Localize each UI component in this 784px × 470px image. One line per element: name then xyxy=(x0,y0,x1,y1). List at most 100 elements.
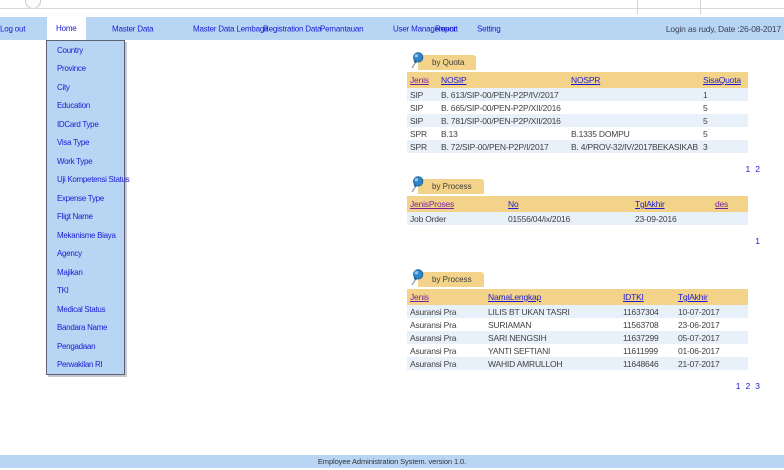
menu-item-city[interactable]: City xyxy=(47,78,124,97)
table-cell: Asuransi Pra xyxy=(407,320,485,330)
table-cell: 05-07-2017 xyxy=(675,333,748,343)
column-header-namalengkap[interactable]: NamaLengkap xyxy=(485,292,620,302)
pushpin-icon xyxy=(409,176,424,193)
table-cell: 11637304 xyxy=(620,307,675,317)
menu-item-visa-type[interactable]: Visa Type xyxy=(47,134,124,153)
table-cell: 01556/04/ix/2016 xyxy=(505,214,632,224)
page-link-3[interactable]: 3 xyxy=(755,381,760,391)
table-cell: 23-09-2016 xyxy=(632,214,712,224)
menu-item-work-type[interactable]: Work Type xyxy=(47,152,124,171)
menu-item-bandara-name[interactable]: Bandara Name xyxy=(47,319,124,338)
menu-item-agency[interactable]: Agency xyxy=(47,245,124,264)
table-cell: 11611999 xyxy=(620,346,675,356)
table-cell: SURIAMAN xyxy=(485,320,620,330)
column-header-sisaquota[interactable]: SisaQuota xyxy=(700,75,748,85)
table-cell: 5 xyxy=(700,116,748,126)
table-cell: 10-07-2017 xyxy=(675,307,748,317)
table-cell: SARI NENGSIH xyxy=(485,333,620,343)
table-row: Asuransi PraSURIAMAN1156370823-06-2017 xyxy=(407,318,748,331)
table-row: SPRB.13B.1335 DOMPU5 xyxy=(407,127,748,140)
table-cell: B. 665/SIP-00/PEN-P2P/XII/2016 xyxy=(438,103,568,113)
grid-header-row: JenisNamaLengkapIDTKITglAkhir xyxy=(407,289,748,305)
menu-item-uji-kompetensi-status[interactable]: Uji Kompetensi Status xyxy=(47,171,124,190)
column-header-jenis[interactable]: Jenis xyxy=(407,292,485,302)
table-row: SIPB. 781/SIP-00/PEN-P2P/XII/20165 xyxy=(407,114,748,127)
page-link-1[interactable]: 1 xyxy=(736,381,741,391)
pushpin-icon xyxy=(409,52,424,69)
table-cell: Asuransi Pra xyxy=(407,359,485,369)
table-cell: Asuransi Pra xyxy=(407,333,485,343)
menu-item-pengadaan[interactable]: Pengadaan xyxy=(47,337,124,356)
column-header-jenisproses[interactable]: JenisProses xyxy=(407,199,505,209)
panel-1-by-quota: by Quota JenisNOSIPNOSPRSisaQuota SIPB. 61… xyxy=(407,52,760,177)
table-row: Job Order01556/04/ix/201623-09-2016 xyxy=(407,212,748,225)
menu-item-tki[interactable]: TKI xyxy=(47,282,124,301)
table-cell: B. 781/SIP-00/PEN-P2P/XII/2016 xyxy=(438,116,568,126)
table-cell: B. 4/PROV-32/IV/2017BEKASIKAB xyxy=(568,142,700,152)
panel-tab-by-process-2[interactable]: by Process xyxy=(418,179,484,194)
table-cell: SIP xyxy=(407,103,438,113)
table-cell: Asuransi Pra xyxy=(407,346,485,356)
table-cell: 11563708 xyxy=(620,320,675,330)
menu-item-country[interactable]: Country xyxy=(47,41,124,60)
column-header-tglakhir[interactable]: TglAkhir xyxy=(675,292,748,302)
column-header-des[interactable]: des xyxy=(712,199,748,209)
table-cell: B. 72/SIP-00/PEN-P2P/I/2017 xyxy=(438,142,568,152)
pushpin-icon xyxy=(409,269,424,286)
table-cell: B.13 xyxy=(438,129,568,139)
data-grid-1: JenisNOSIPNOSPRSisaQuota SIPB. 613/SIP-00… xyxy=(407,72,748,153)
table-row: SPRB. 72/SIP-00/PEN-P2P/I/2017B. 4/PROV-… xyxy=(407,140,748,153)
page-link-1[interactable]: 1 xyxy=(746,164,751,174)
master-data-menu: CountryProvinceCityEducationIDCard TypeV… xyxy=(46,40,125,375)
pagination-3: 123 xyxy=(407,376,760,394)
menu-item-majikan[interactable]: Majikan xyxy=(47,263,124,282)
table-row: SIPB. 613/SIP-00/PEN-P2P/IV/2017 1 xyxy=(407,88,748,101)
table-cell: 11637299 xyxy=(620,333,675,343)
panel-2-by-process: by ProcessJenisProsesNoTglAkhirdesJob Or… xyxy=(407,176,760,249)
data-grid-3: JenisNamaLengkapIDTKITglAkhirAsuransi Pr… xyxy=(407,289,748,370)
menu-item-idcard-type[interactable]: IDCard Type xyxy=(47,115,124,134)
column-header-nospr[interactable]: NOSPR xyxy=(568,75,700,85)
menu-item-perwakilan-ri[interactable]: Perwakilan RI xyxy=(47,356,124,375)
panel-3-by-process: by ProcessJenisNamaLengkapIDTKITglAkhirA… xyxy=(407,269,760,394)
table-cell: 01-06-2017 xyxy=(675,346,748,356)
table-cell: 5 xyxy=(700,129,748,139)
menu-item-fligt-name[interactable]: Fligt Name xyxy=(47,208,124,227)
menu-item-education[interactable]: Education xyxy=(47,97,124,116)
column-header-jenis[interactable]: Jenis xyxy=(407,75,438,85)
table-cell: B.1335 DOMPU xyxy=(568,129,700,139)
pagination-1: 12 xyxy=(407,159,760,177)
table-row: Asuransi PraLILIS BT UKAN TASRI116373041… xyxy=(407,305,748,318)
column-header-no[interactable]: No xyxy=(505,199,632,209)
table-row: Asuransi PraWAHID AMRULLOH1164864621-07-… xyxy=(407,357,748,370)
table-cell: 1 xyxy=(700,90,748,100)
column-header-idtki[interactable]: IDTKI xyxy=(620,292,675,302)
table-cell: WAHID AMRULLOH xyxy=(485,359,620,369)
table-cell: B. 613/SIP-00/PEN-P2P/IV/2017 xyxy=(438,90,568,100)
menu-item-province[interactable]: Province xyxy=(47,60,124,79)
data-grid-2: JenisProsesNoTglAkhirdesJob Order01556/0… xyxy=(407,196,748,225)
page-link-2[interactable]: 2 xyxy=(755,164,760,174)
panel-tab-by-process-3[interactable]: by Process xyxy=(418,272,484,287)
table-cell: SPR xyxy=(407,129,438,139)
column-header-tglakhir[interactable]: TglAkhir xyxy=(632,199,712,209)
table-cell: LILIS BT UKAN TASRI xyxy=(485,307,620,317)
table-cell: 23-06-2017 xyxy=(675,320,748,330)
table-cell: SPR xyxy=(407,142,438,152)
table-cell: 3 xyxy=(700,142,748,152)
table-cell: Job Order xyxy=(407,214,505,224)
table-cell: 21-07-2017 xyxy=(675,359,748,369)
grid-header-row: JenisProsesNoTglAkhirdes xyxy=(407,196,748,212)
table-cell: Asuransi Pra xyxy=(407,307,485,317)
menu-item-medical-status[interactable]: Medical Status xyxy=(47,300,124,319)
page-link-1[interactable]: 1 xyxy=(755,236,760,246)
pagination-2: 1 xyxy=(407,231,760,249)
panel-tab-by-quota-1[interactable]: by Quota xyxy=(418,55,476,70)
menu-item-mekanisme-biaya[interactable]: Mekanisme Biaya xyxy=(47,226,124,245)
table-cell: YANTI SEFTIANI xyxy=(485,346,620,356)
column-header-nosip[interactable]: NOSIP xyxy=(438,75,568,85)
table-cell: SIP xyxy=(407,90,438,100)
menu-item-expense-type[interactable]: Expense Type xyxy=(47,189,124,208)
page-link-2[interactable]: 2 xyxy=(746,381,751,391)
table-cell: 11648646 xyxy=(620,359,675,369)
